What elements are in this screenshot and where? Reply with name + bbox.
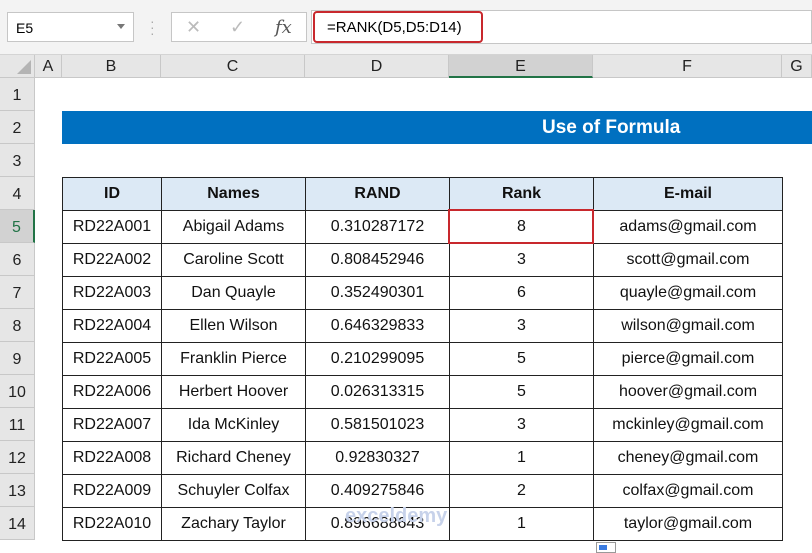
drag-handle-icon[interactable]: · · · — [150, 14, 156, 40]
table-cell[interactable]: Franklin Pierce — [161, 342, 306, 376]
table-cell[interactable]: Abigail Adams — [161, 210, 306, 244]
row-header-3[interactable]: 3 — [0, 144, 35, 177]
table-row: RD22A003 Dan Quayle 0.352490301 6 quayle@gma… — [62, 276, 783, 310]
table-cell[interactable]: RD22A003 — [62, 276, 162, 310]
row-header-4[interactable]: 4 — [0, 177, 35, 210]
table-cell[interactable]: RD22A009 — [62, 474, 162, 508]
sheet-title: Use of Formula — [62, 111, 812, 144]
table-cell[interactable]: cheney@gmail.com — [593, 441, 783, 475]
table-cell[interactable]: hoover@gmail.com — [593, 375, 783, 409]
column-header-B[interactable]: B — [62, 55, 161, 78]
table-cell[interactable]: wilson@gmail.com — [593, 309, 783, 343]
name-box-value: E5 — [16, 20, 34, 36]
table-cell[interactable]: 3 — [449, 408, 594, 442]
table-cell[interactable]: RD22A002 — [62, 243, 162, 277]
column-header-D[interactable]: D — [305, 55, 449, 78]
table-cell[interactable]: 2 — [449, 474, 594, 508]
data-table: ID Names RAND Rank E-mail RD22A001 Abigail Ad… — [62, 177, 783, 541]
row-header-1[interactable]: 1 — [0, 78, 35, 111]
table-row: RD22A008 Richard Cheney 0.92830327 1 cheney@… — [62, 441, 783, 475]
row-header-5[interactable]: 5 — [0, 210, 35, 243]
table-cell[interactable]: 0.409275846 — [305, 474, 450, 508]
table-cell[interactable]: RD22A004 — [62, 309, 162, 343]
column-heading[interactable]: E-mail — [593, 177, 783, 211]
table-cell[interactable]: Ellen Wilson — [161, 309, 306, 343]
table-cell[interactable]: 5 — [449, 375, 594, 409]
table-cell[interactable]: 0.581501023 — [305, 408, 450, 442]
table-cell[interactable]: 0.210299095 — [305, 342, 450, 376]
table-row: RD22A005 Franklin Pierce 0.210299095 5 pierc… — [62, 342, 783, 376]
table-cell[interactable]: scott@gmail.com — [593, 243, 783, 277]
column-header-G[interactable]: G — [782, 55, 812, 78]
formula-buttons: ✕ ✓ fx — [171, 12, 307, 42]
column-heading[interactable]: Names — [161, 177, 306, 211]
insert-function-icon[interactable]: fx — [275, 17, 292, 38]
table-cell[interactable]: 1 — [449, 441, 594, 475]
table-row: RD22A004 Ellen Wilson 0.646329833 3 wilson@g… — [62, 309, 783, 343]
table-cell[interactable]: Richard Cheney — [161, 441, 306, 475]
table-cell[interactable]: pierce@gmail.com — [593, 342, 783, 376]
table-cell[interactable]: Herbert Hoover — [161, 375, 306, 409]
column-header-C[interactable]: C — [161, 55, 305, 78]
table-cell[interactable]: quayle@gmail.com — [593, 276, 783, 310]
row-header-14[interactable]: 14 — [0, 507, 35, 540]
table-cell[interactable]: 0.646329833 — [305, 309, 450, 343]
enter-icon[interactable]: ✓ — [230, 17, 245, 38]
row-header-8[interactable]: 8 — [0, 309, 35, 342]
table-cell[interactable]: mckinley@gmail.com — [593, 408, 783, 442]
column-header-E[interactable]: E — [449, 55, 593, 78]
selected-cell-highlight — [448, 209, 594, 244]
column-heading[interactable]: RAND — [305, 177, 450, 211]
table-row: RD22A006 Herbert Hoover 0.026313315 5 hoover… — [62, 375, 783, 409]
column-heading[interactable]: ID — [62, 177, 162, 211]
table-cell[interactable]: Caroline Scott — [161, 243, 306, 277]
row-header-7[interactable]: 7 — [0, 276, 35, 309]
table-cell[interactable]: 5 — [449, 342, 594, 376]
table-row: RD22A007 Ida McKinley 0.581501023 3 mckinley… — [62, 408, 783, 442]
formula-text[interactable]: =RANK(D5,D5:D14) — [313, 11, 483, 43]
name-box[interactable]: E5 — [7, 12, 134, 42]
table-cell[interactable]: RD22A008 — [62, 441, 162, 475]
table-cell[interactable]: RD22A005 — [62, 342, 162, 376]
chevron-down-icon[interactable] — [117, 24, 125, 29]
table-cell[interactable]: 6 — [449, 276, 594, 310]
table-cell[interactable]: 0.352490301 — [305, 276, 450, 310]
table-cell[interactable]: 1 — [449, 507, 594, 541]
table-row: RD22A001 Abigail Adams 0.310287172 8 adams@g… — [62, 210, 783, 244]
table-cell[interactable]: taylor@gmail.com — [593, 507, 783, 541]
watermark-logo: exceldemy — [345, 505, 448, 527]
row-header-11[interactable]: 11 — [0, 408, 35, 441]
table-cell[interactable]: Ida McKinley — [161, 408, 306, 442]
select-all-button[interactable] — [0, 55, 35, 78]
table-cell[interactable]: Dan Quayle — [161, 276, 306, 310]
formula-bar: E5 · · · ✕ ✓ fx =RANK(D5,D5:D14) — [0, 0, 812, 55]
table-cell[interactable]: 0.92830327 — [305, 441, 450, 475]
table-cell[interactable]: 3 — [449, 309, 594, 343]
row-header-10[interactable]: 10 — [0, 375, 35, 408]
table-cell[interactable]: RD22A006 — [62, 375, 162, 409]
column-header-A[interactable]: A — [35, 55, 62, 78]
column-heading[interactable]: Rank — [449, 177, 594, 211]
column-header-F[interactable]: F — [593, 55, 782, 78]
table-cell[interactable]: 0.808452946 — [305, 243, 450, 277]
table-cell[interactable]: adams@gmail.com — [593, 210, 783, 244]
row-header-9[interactable]: 9 — [0, 342, 35, 375]
table-cell[interactable]: colfax@gmail.com — [593, 474, 783, 508]
table-cell[interactable]: 0.026313315 — [305, 375, 450, 409]
table-cell[interactable]: Schuyler Colfax — [161, 474, 306, 508]
row-header-6[interactable]: 6 — [0, 243, 35, 276]
quick-analysis-icon[interactable] — [596, 542, 616, 553]
table-cell[interactable]: 0.310287172 — [305, 210, 450, 244]
table-cell[interactable]: RD22A007 — [62, 408, 162, 442]
table-cell[interactable]: RD22A010 — [62, 507, 162, 541]
row-header-12[interactable]: 12 — [0, 441, 35, 474]
row-header-2[interactable]: 2 — [0, 111, 35, 144]
row-header-13[interactable]: 13 — [0, 474, 35, 507]
table-cell[interactable]: RD22A001 — [62, 210, 162, 244]
table-cell[interactable]: 3 — [449, 243, 594, 277]
table-row: RD22A009 Schuyler Colfax 0.409275846 2 colfa… — [62, 474, 783, 508]
cancel-icon[interactable]: ✕ — [186, 17, 201, 38]
table-row: RD22A002 Caroline Scott 0.808452946 3 scott@… — [62, 243, 783, 277]
table-cell[interactable]: Zachary Taylor — [161, 507, 306, 541]
